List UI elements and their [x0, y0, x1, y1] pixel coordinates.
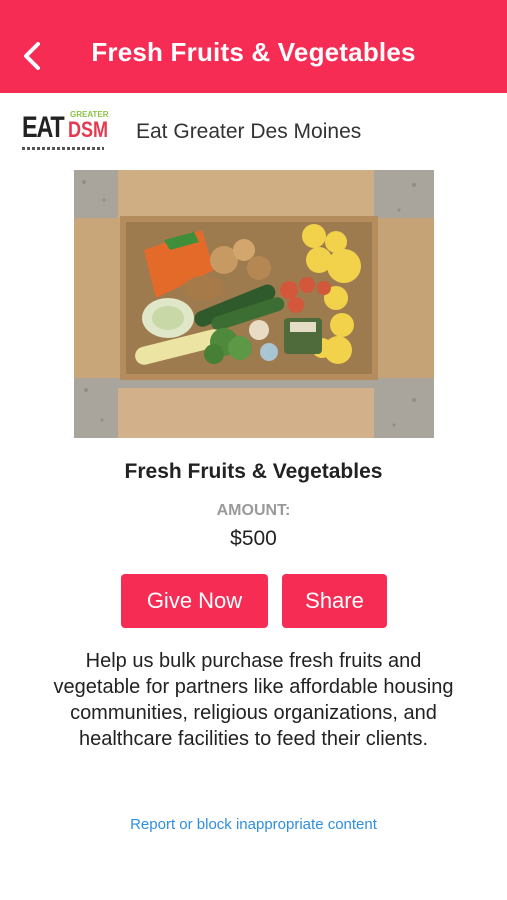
logo-dsm-text: DSM	[68, 117, 109, 142]
logo-eat-text: EAT	[22, 111, 65, 144]
app-screen: Fresh Fruits & Vegetables EAT GREATER DS…	[0, 0, 507, 900]
organization-row[interactable]: EAT GREATER DSM Eat Greater Des Moines	[22, 108, 492, 156]
product-description: Help us bulk purchase fresh fruits and v…	[53, 650, 454, 750]
organization-logo: EAT GREATER DSM	[22, 109, 109, 155]
amount-value: $500	[230, 527, 277, 550]
organization-name: Eat Greater Des Moines	[136, 120, 362, 143]
chevron-left-icon	[24, 42, 40, 70]
product-image	[74, 170, 434, 438]
back-button[interactable]	[14, 36, 50, 76]
amount-label: AMOUNT:	[216, 502, 291, 519]
share-button[interactable]: Share	[282, 574, 387, 628]
report-content-link[interactable]: Report or block inappropriate content	[0, 816, 507, 833]
page-title: Fresh Fruits & Vegetables	[91, 37, 416, 67]
product-title: Fresh Fruits & Vegetables	[124, 460, 383, 483]
give-now-button[interactable]: Give Now	[121, 574, 268, 628]
logo-tagline	[22, 147, 104, 150]
header-bar: Fresh Fruits & Vegetables	[0, 0, 507, 93]
